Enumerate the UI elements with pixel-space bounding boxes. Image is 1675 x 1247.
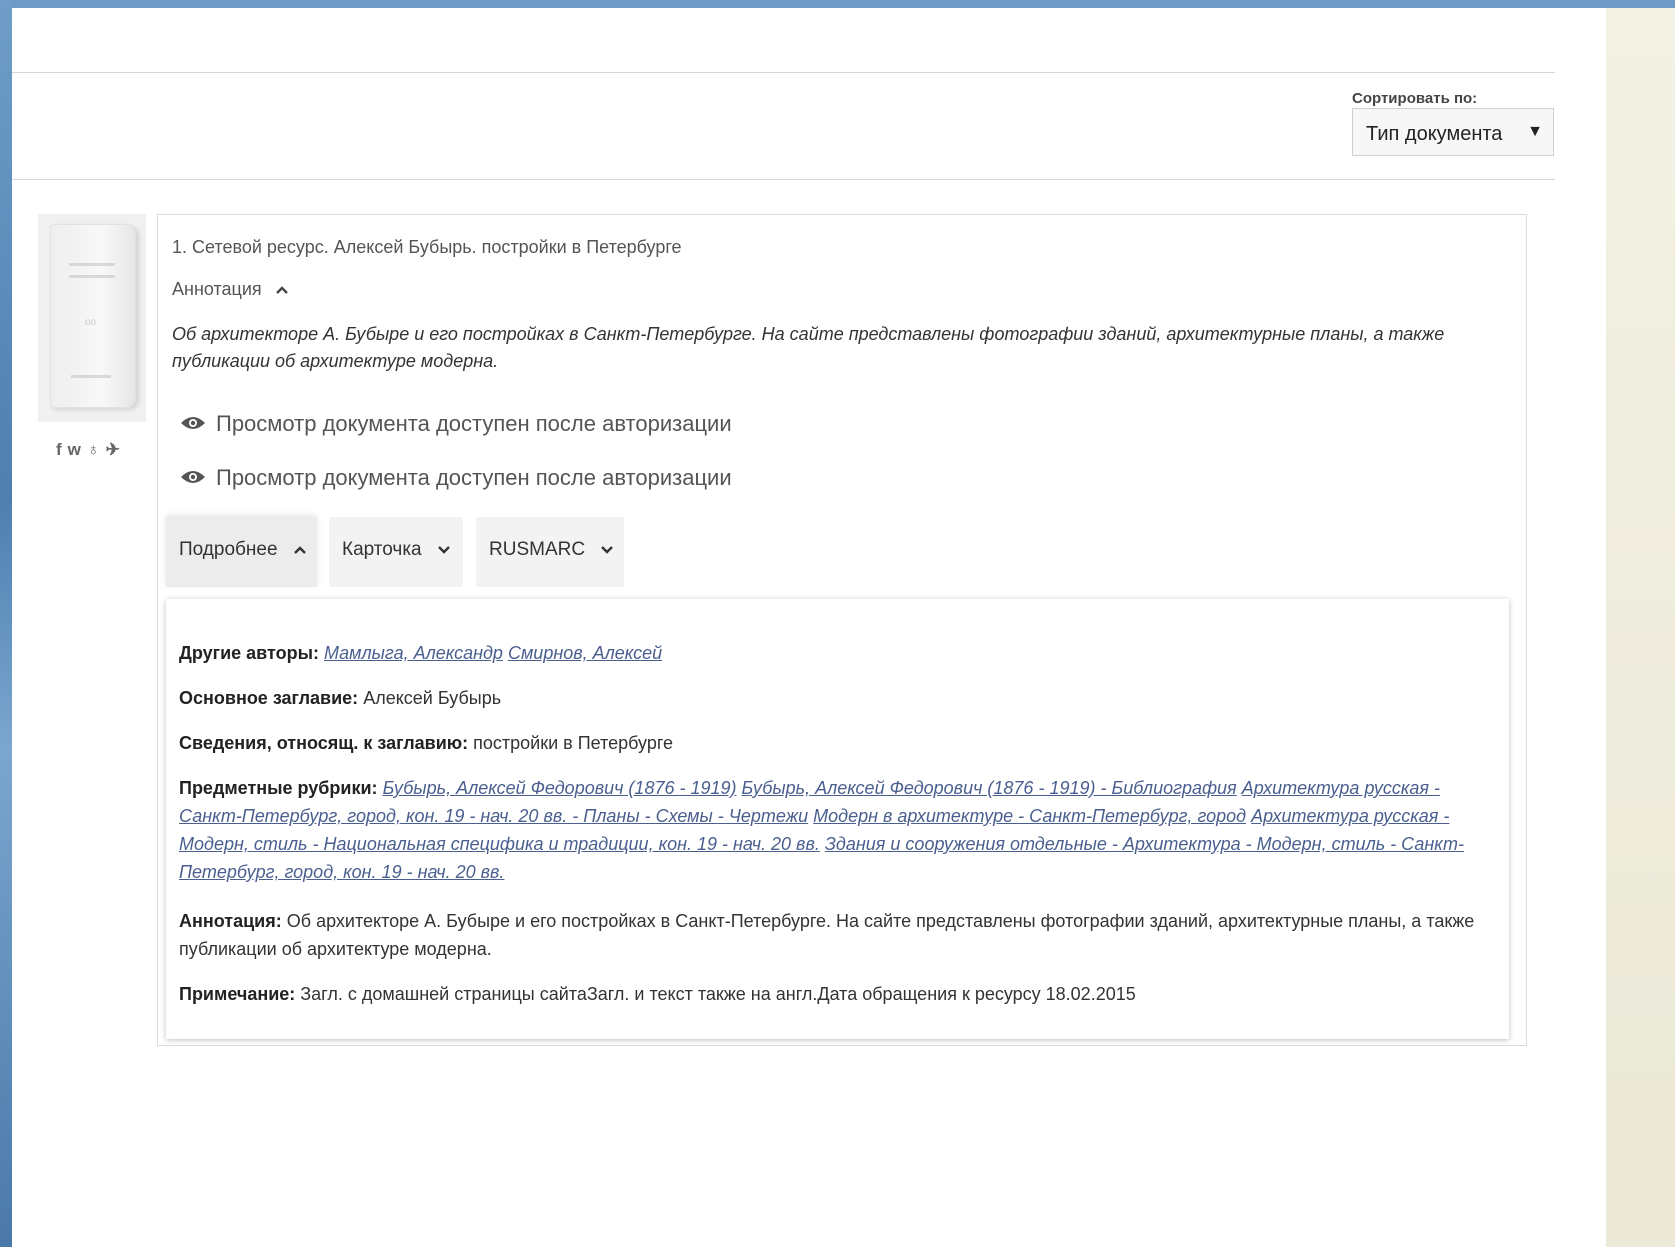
author-link[interactable]: Мамлыга, Александр — [324, 643, 503, 663]
tab-details[interactable]: Подробнее — [166, 517, 317, 587]
detail-value: Алексей Бубырь — [363, 688, 502, 708]
tab-card[interactable]: Карточка — [329, 517, 463, 587]
chevron-down-icon — [601, 546, 614, 554]
subject-link[interactable]: Бубырь, Алексей Федорович (1876 - 1919) … — [742, 778, 1237, 798]
chevron-down-icon — [438, 546, 450, 554]
divider — [12, 179, 1555, 180]
author-link[interactable]: Смирнов, Алексей — [508, 643, 662, 663]
detail-label: Предметные рубрики: — [179, 778, 378, 798]
vkontakte-icon[interactable]: w — [68, 440, 84, 459]
detail-label: Примечание: — [179, 984, 296, 1004]
tab-details-label: Подробнее — [179, 539, 278, 560]
detail-annotation: Аннотация: Об архитекторе А. Бубыре и ег… — [179, 907, 1499, 963]
social-share: f w ♁ ✈ — [56, 440, 126, 460]
eye-icon — [181, 471, 205, 484]
subject-link[interactable]: Модерн в архитектуре - Санкт-Петербург, … — [813, 806, 1246, 826]
view-document-link[interactable]: Просмотр документа доступен после автори… — [180, 465, 732, 491]
detail-value: постройки в Петербурге — [473, 733, 674, 753]
top-band — [0, 0, 1675, 8]
record-title[interactable]: 1. Сетевой ресурс. Алексей Бубырь. постр… — [172, 237, 682, 258]
detail-note: Примечание: Загл. с домашней страницы са… — [179, 980, 1499, 1008]
sort-label: Сортировать по: — [1352, 90, 1478, 107]
sort-select[interactable]: Тип документа ▼ — [1352, 108, 1554, 156]
detail-title-info: Сведения, относящ. к заглавию: постройки… — [179, 729, 1499, 757]
detail-label: Аннотация: — [179, 911, 282, 931]
dropdown-arrow-icon: ▼ — [1527, 123, 1543, 140]
left-background — [0, 0, 12, 1247]
divider — [12, 72, 1555, 73]
twitter-icon[interactable]: ✈ — [106, 440, 123, 459]
detail-value: Об архитекторе А. Бубыре и его постройка… — [179, 911, 1475, 959]
odnoklassniki-icon[interactable]: ♁ — [87, 440, 103, 459]
sort-select-value: Тип документа — [1366, 123, 1503, 145]
main-content: Сортировать по: Тип документа ▼ oo f w ♁ ✈ … — [12, 8, 1606, 1247]
right-panel — [1606, 8, 1675, 1247]
chevron-up-icon — [275, 286, 288, 294]
annotation-toggle[interactable]: Аннотация — [172, 279, 289, 300]
subject-link[interactable]: Бубырь, Алексей Федорович (1876 - 1919) — [383, 778, 737, 798]
detail-main-title: Основное заглавие: Алексей Бубырь — [179, 684, 1499, 712]
view-document-label: Просмотр документа доступен после автори… — [216, 465, 732, 490]
facebook-icon[interactable]: f — [56, 440, 65, 459]
detail-subjects: Предметные рубрики: Бубырь, Алексей Федо… — [179, 774, 1499, 886]
annotation-text: Об архитекторе А. Бубыре и его постройка… — [172, 324, 1445, 371]
tab-rusmarc-label: RUSMARC — [489, 539, 586, 560]
tab-rusmarc[interactable]: RUSMARC — [476, 517, 624, 587]
detail-label: Основное заглавие: — [179, 688, 359, 708]
record-card: 1. Сетевой ресурс. Алексей Бубырь. постр… — [157, 214, 1527, 1046]
detail-label: Сведения, относящ. к заглавию: — [179, 733, 469, 753]
detail-other-authors: Другие авторы: Мамлыга, Александр Смирно… — [179, 639, 1499, 667]
view-document-link[interactable]: Просмотр документа доступен после автори… — [180, 411, 732, 437]
view-document-label: Просмотр документа доступен после автори… — [216, 411, 732, 436]
eye-icon — [181, 417, 205, 430]
details-panel: Другие авторы: Мамлыга, Александр Смирно… — [166, 599, 1509, 1039]
document-thumbnail[interactable]: oo — [38, 214, 146, 422]
tab-card-label: Карточка — [342, 539, 422, 560]
detail-value: Загл. с домашней страницы сайтаЗагл. и т… — [300, 984, 1136, 1004]
annotation-toggle-label: Аннотация — [172, 279, 262, 299]
book-cover-icon: oo — [50, 224, 136, 408]
chevron-up-icon — [293, 546, 306, 554]
detail-label: Другие авторы: — [179, 643, 319, 663]
